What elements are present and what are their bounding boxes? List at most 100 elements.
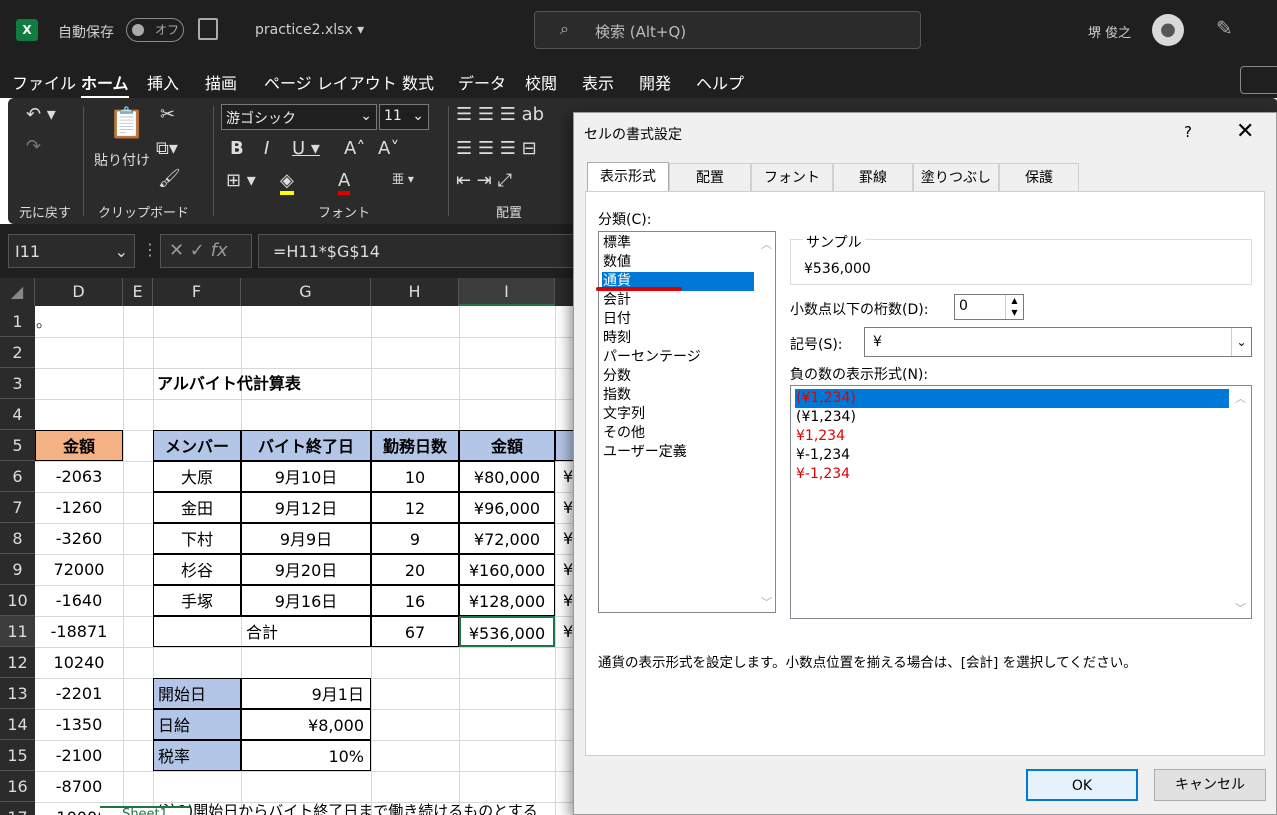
table-title[interactable]: アルバイト代計算表 (157, 368, 357, 399)
d-cell[interactable]: 72000 (35, 554, 123, 585)
avatar[interactable]: ● (1152, 14, 1184, 46)
sheet-tab[interactable]: Sheet1 (100, 806, 190, 815)
menu-help[interactable]: ヘルプ (696, 70, 744, 94)
total-amount-selected-cell[interactable]: ¥536,000 (459, 616, 555, 647)
paste-icon[interactable]: 📋 (108, 106, 145, 141)
column-header-h[interactable]: H (371, 278, 459, 306)
fill-color-icon[interactable]: ◈ (280, 170, 294, 195)
phonetic-icon[interactable]: 亜 ▾ (392, 170, 414, 187)
column-header-f[interactable]: F (153, 278, 241, 306)
category-item[interactable]: 分数 (602, 367, 754, 386)
table-cell[interactable]: ¥160,000 (459, 554, 555, 585)
param-value[interactable]: 10% (241, 740, 371, 771)
table-cell[interactable]: ¥80,000 (459, 461, 555, 492)
category-item[interactable]: 文字列 (602, 405, 754, 424)
worksheet[interactable]: 1 2 3 4 5 6 7 8 9 10 11 12 13 14 15 16 1… (0, 306, 580, 815)
table-cell[interactable]: 手塚 (153, 585, 241, 616)
category-item[interactable]: 標準 (602, 234, 754, 253)
close-icon[interactable]: ✕ (1236, 119, 1254, 144)
column-header-i[interactable]: I (459, 278, 555, 306)
row-header[interactable]: 17 (0, 802, 35, 815)
menu-insert[interactable]: 挿入 (147, 70, 179, 94)
menu-home[interactable]: ホーム (81, 70, 129, 99)
italic-icon[interactable]: I (264, 138, 269, 159)
d-cell[interactable]: -2063 (35, 461, 123, 492)
tab-fill[interactable]: 塗りつぶし (913, 163, 999, 191)
row-header[interactable]: 12 (0, 647, 35, 678)
cancel-button[interactable]: キャンセル (1154, 769, 1266, 801)
table-header[interactable]: 勤務日数 (371, 430, 459, 461)
tab-font[interactable]: フォント (751, 163, 833, 191)
table-header[interactable]: メンバー (153, 430, 241, 461)
table-cell[interactable]: 9 (371, 523, 459, 554)
param-value[interactable]: ¥8,000 (241, 709, 371, 740)
ok-button[interactable]: OK (1026, 769, 1138, 801)
table-cell[interactable]: 12 (371, 492, 459, 523)
negative-format-item[interactable]: ¥1,234 (795, 427, 1229, 446)
category-item[interactable]: その他 (602, 424, 754, 443)
undo-icon[interactable]: ↶ ▾ (26, 104, 56, 125)
table-cell[interactable]: 杉谷 (153, 554, 241, 585)
menu-review[interactable]: 校閲 (525, 70, 557, 94)
row-header[interactable]: 5 (0, 430, 35, 461)
row-header[interactable]: 15 (0, 740, 35, 771)
negative-format-item[interactable]: ¥-1,234 (795, 446, 1229, 465)
column-header-g[interactable]: G (241, 278, 371, 306)
menu-view[interactable]: 表示 (582, 70, 614, 94)
paste-label[interactable]: 貼り付け (94, 150, 150, 170)
table-cell[interactable]: 9月10日 (241, 461, 371, 492)
menu-page-layout[interactable]: ページ レイアウト (264, 70, 397, 94)
border-icon[interactable]: ⊞ ▾ (226, 170, 256, 191)
table-cell[interactable]: 16 (371, 585, 459, 616)
pen-icon[interactable]: ✎ (1216, 16, 1233, 40)
category-item[interactable]: パーセンテージ (602, 348, 754, 367)
row-header[interactable]: 13 (0, 678, 35, 709)
table-cell[interactable]: ¥96,000 (459, 492, 555, 523)
row-header[interactable]: 14 (0, 709, 35, 740)
scroll-down-icon[interactable]: ﹀ (1235, 600, 1246, 616)
increase-font-icon[interactable]: A˄ (344, 138, 365, 159)
table-cell[interactable]: 9月12日 (241, 492, 371, 523)
spinner-icon[interactable]: ▲ ▼ (1005, 295, 1023, 319)
search-input[interactable]: 検索 (Alt+Q) (534, 11, 921, 49)
tab-alignment[interactable]: 配置 (669, 163, 751, 191)
bold-icon[interactable]: B (230, 138, 244, 159)
decrease-font-icon[interactable]: A˅ (378, 138, 399, 159)
negative-format-item[interactable]: ¥-1,234 (795, 465, 1229, 484)
comment-button[interactable] (1240, 66, 1277, 94)
d-cell[interactable]: 10240 (35, 647, 123, 678)
menu-file[interactable]: ファイル (12, 70, 76, 94)
category-item[interactable]: 日付 (602, 310, 754, 329)
file-name[interactable]: practice2.xlsx ▾ (255, 22, 364, 38)
menu-formulas[interactable]: 数式 (402, 70, 434, 94)
total-days[interactable]: 67 (371, 616, 459, 647)
category-item[interactable]: 時刻 (602, 329, 754, 348)
table-cell[interactable]: 20 (371, 554, 459, 585)
table-cell[interactable]: 9月20日 (241, 554, 371, 585)
table-cell[interactable]: 10 (371, 461, 459, 492)
row-header[interactable]: 2 (0, 337, 35, 368)
font-size-select[interactable]: 11 ⌄ (379, 104, 429, 130)
category-item[interactable]: 会計 (602, 291, 754, 310)
row-header[interactable]: 16 (0, 771, 35, 802)
font-color-icon[interactable]: A (338, 170, 351, 195)
category-item[interactable]: 数値 (602, 253, 754, 272)
d-cell[interactable]: -1350 (35, 709, 123, 740)
save-icon[interactable] (198, 18, 218, 40)
formula-buttons[interactable]: ✕ ✓ fx (160, 234, 252, 268)
table-cell[interactable]: 下村 (153, 523, 241, 554)
row-header[interactable]: 9 (0, 554, 35, 585)
row-header[interactable]: 3 (0, 368, 35, 399)
table-cell[interactable]: 金田 (153, 492, 241, 523)
table-cell[interactable]: ¥128,000 (459, 585, 555, 616)
align-center-icon[interactable]: ☰ ☰ ☰ ⊟ (456, 138, 537, 159)
format-painter-icon[interactable]: 🖌 (158, 168, 181, 189)
d-cell[interactable]: -2201 (35, 678, 123, 709)
table-cell[interactable]: 9月9日 (241, 523, 371, 554)
row-header[interactable]: 10 (0, 585, 35, 616)
negative-format-list[interactable]: (¥1,234) (¥1,234) ¥1,234 ¥-1,234 ¥-1,234… (790, 385, 1252, 619)
param-label[interactable]: 日給 (153, 709, 241, 740)
symbol-select[interactable]: ¥ ⌄ (864, 327, 1252, 357)
category-item[interactable]: 指数 (602, 386, 754, 405)
d-cell[interactable]: -2100 (35, 740, 123, 771)
